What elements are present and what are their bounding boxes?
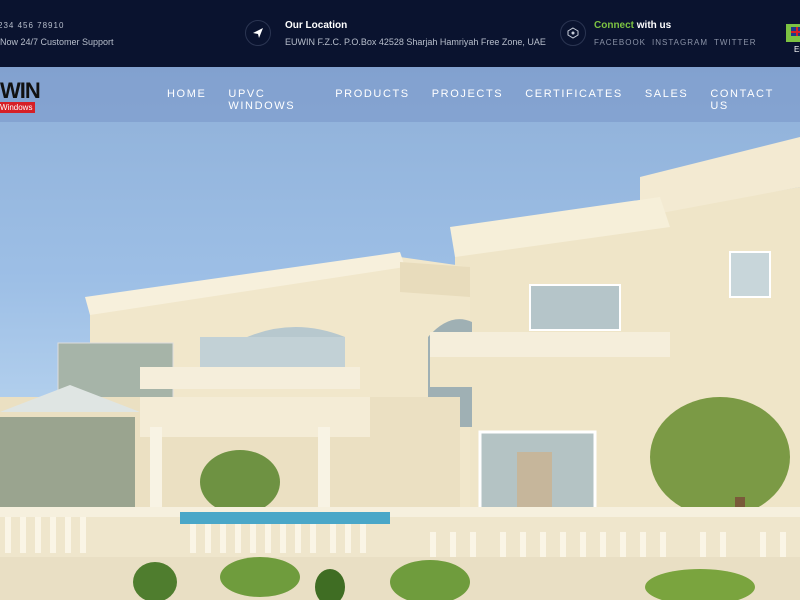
send-icon xyxy=(245,20,271,46)
hero-image-villa xyxy=(0,137,800,600)
nav-sales[interactable]: SALES xyxy=(645,88,688,112)
language-label[interactable]: En xyxy=(794,45,800,54)
nav-contact-us[interactable]: CONTACT US xyxy=(710,88,778,112)
connect-highlight: Connect xyxy=(594,20,634,31)
main-navbar: WIN Windows HOME UPVC WINDOWS PRODUCTS P… xyxy=(0,67,800,122)
nav-products[interactable]: PRODUCTS xyxy=(335,88,410,112)
nav-projects[interactable]: PROJECTS xyxy=(432,88,503,112)
social-links: FACEBOOK INSTAGRAM TWITTER xyxy=(594,38,757,47)
nav-upvc-windows[interactable]: UPVC WINDOWS xyxy=(228,88,313,112)
connect-heading: Connect with us xyxy=(594,20,671,31)
connect-rest: with us xyxy=(636,20,672,31)
location-title: Our Location xyxy=(285,20,348,31)
uk-flag-icon xyxy=(791,27,800,36)
language-selector[interactable] xyxy=(786,24,800,42)
main-nav: HOME UPVC WINDOWS PRODUCTS PROJECTS CERT… xyxy=(167,88,800,112)
support-text: Now 24/7 Customer Support xyxy=(0,37,114,47)
hero-section: WIN Windows HOME UPVC WINDOWS PRODUCTS P… xyxy=(0,67,800,600)
social-facebook[interactable]: FACEBOOK xyxy=(594,38,646,47)
social-instagram[interactable]: INSTAGRAM xyxy=(652,38,708,47)
social-twitter[interactable]: TWITTER xyxy=(714,38,757,47)
nav-certificates[interactable]: CERTIFICATES xyxy=(525,88,623,112)
nav-home[interactable]: HOME xyxy=(167,88,206,112)
location-address: EUWIN F.Z.C. P.O.Box 42528 Sharjah Hamri… xyxy=(285,37,546,47)
top-info-bar: 234 456 78910 Now 24/7 Customer Support … xyxy=(0,0,800,67)
phone-number[interactable]: 234 456 78910 xyxy=(0,21,64,30)
connect-icon xyxy=(560,20,586,46)
logo-subtitle[interactable]: Windows xyxy=(0,102,35,113)
logo-text[interactable]: WIN xyxy=(0,78,41,104)
